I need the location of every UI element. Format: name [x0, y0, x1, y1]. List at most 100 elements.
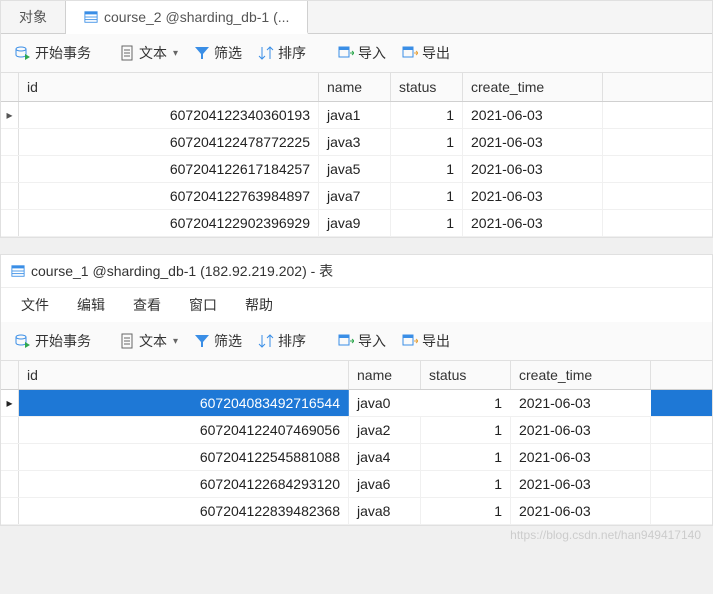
button-label: 开始事务: [35, 43, 91, 63]
table-row[interactable]: 607204122617184257 java5 1 2021-06-03: [1, 156, 712, 183]
cell-createtime[interactable]: 2021-06-03: [511, 390, 651, 416]
table-row[interactable]: 607204122839482368 java8 1 2021-06-03: [1, 498, 712, 525]
table-row[interactable]: 607204122478772225 java3 1 2021-06-03: [1, 129, 712, 156]
cell-name[interactable]: java2: [349, 417, 421, 443]
button-label: 文本: [139, 331, 167, 351]
begin-transaction-button[interactable]: 开始事务: [9, 328, 97, 354]
cell-name[interactable]: java3: [319, 129, 391, 155]
cell-id[interactable]: 607204122684293120: [19, 471, 349, 497]
bottom-window: course_1 @sharding_db-1 (182.92.219.202)…: [0, 254, 713, 526]
cell-createtime[interactable]: 2021-06-03: [463, 102, 603, 128]
col-header-createtime[interactable]: create_time: [463, 73, 603, 101]
cell-name[interactable]: java1: [319, 102, 391, 128]
button-label: 导出: [422, 43, 450, 63]
cell-createtime[interactable]: 2021-06-03: [463, 129, 603, 155]
cell-id[interactable]: 607204083492716544: [19, 390, 349, 416]
sort-button[interactable]: 排序: [252, 328, 312, 354]
filter-button[interactable]: 筛选: [188, 328, 248, 354]
cell-name[interactable]: java8: [349, 498, 421, 524]
export-button[interactable]: 导出: [396, 328, 456, 354]
table-row[interactable]: 607204122763984897 java7 1 2021-06-03: [1, 183, 712, 210]
import-button[interactable]: 导入: [332, 40, 392, 66]
col-header-id[interactable]: id: [19, 361, 349, 389]
row-header-corner: [1, 361, 19, 389]
export-button[interactable]: 导出: [396, 40, 456, 66]
menu-window[interactable]: 窗口: [177, 292, 229, 318]
cell-createtime[interactable]: 2021-06-03: [511, 417, 651, 443]
cell-status[interactable]: 1: [391, 102, 463, 128]
col-header-createtime[interactable]: create_time: [511, 361, 651, 389]
funnel-icon: [194, 45, 210, 61]
cell-status[interactable]: 1: [421, 498, 511, 524]
table-row[interactable]: ▸ 607204122340360193 java1 1 2021-06-03: [1, 102, 712, 129]
cell-status[interactable]: 1: [421, 444, 511, 470]
cell-id[interactable]: 607204122617184257: [19, 156, 319, 182]
sort-icon: [258, 45, 274, 61]
import-button[interactable]: 导入: [332, 328, 392, 354]
cell-status[interactable]: 1: [391, 156, 463, 182]
cell-id[interactable]: 607204122407469056: [19, 417, 349, 443]
row-indicator: [1, 498, 19, 524]
col-header-status[interactable]: status: [391, 73, 463, 101]
cell-createtime[interactable]: 2021-06-03: [463, 183, 603, 209]
top-window: 对象 course_2 @sharding_db-1 (... 开始事务 文本 …: [0, 0, 713, 238]
col-header-name[interactable]: name: [319, 73, 391, 101]
row-indicator: [1, 417, 19, 443]
table-row[interactable]: 607204122407469056 java2 1 2021-06-03: [1, 417, 712, 444]
cell-name[interactable]: java4: [349, 444, 421, 470]
cell-id[interactable]: 607204122763984897: [19, 183, 319, 209]
document-icon: [119, 45, 135, 61]
menu-file[interactable]: 文件: [9, 292, 61, 318]
cell-createtime[interactable]: 2021-06-03: [511, 444, 651, 470]
table-row[interactable]: ▸ 607204083492716544 java0 1 2021-06-03: [1, 390, 712, 417]
cell-id[interactable]: 607204122340360193: [19, 102, 319, 128]
watermark: https://blog.csdn.net/han949417140: [0, 526, 713, 542]
data-grid-top: id name status create_time ▸ 60720412234…: [1, 73, 712, 237]
cell-status[interactable]: 1: [391, 210, 463, 236]
cell-status[interactable]: 1: [421, 390, 511, 416]
menu-help[interactable]: 帮助: [233, 292, 285, 318]
cell-id[interactable]: 607204122478772225: [19, 129, 319, 155]
text-button[interactable]: 文本: [113, 40, 184, 66]
row-indicator: ▸: [1, 390, 19, 416]
filter-button[interactable]: 筛选: [188, 40, 248, 66]
cell-name[interactable]: java0: [349, 390, 421, 416]
cell-status[interactable]: 1: [391, 183, 463, 209]
tab-bar: 对象 course_2 @sharding_db-1 (...: [1, 1, 712, 34]
tab-objects[interactable]: 对象: [1, 1, 66, 33]
col-header-id[interactable]: id: [19, 73, 319, 101]
row-indicator: [1, 156, 19, 182]
export-icon: [402, 45, 418, 61]
table-row[interactable]: 607204122902396929 java9 1 2021-06-03: [1, 210, 712, 237]
cell-createtime[interactable]: 2021-06-03: [463, 156, 603, 182]
cell-status[interactable]: 1: [421, 471, 511, 497]
table-row[interactable]: 607204122545881088 java4 1 2021-06-03: [1, 444, 712, 471]
menu-edit[interactable]: 编辑: [65, 292, 117, 318]
cell-name[interactable]: java5: [319, 156, 391, 182]
cell-createtime[interactable]: 2021-06-03: [511, 471, 651, 497]
row-indicator: [1, 444, 19, 470]
table-row[interactable]: 607204122684293120 java6 1 2021-06-03: [1, 471, 712, 498]
begin-transaction-button[interactable]: 开始事务: [9, 40, 97, 66]
cell-id[interactable]: 607204122902396929: [19, 210, 319, 236]
cell-id[interactable]: 607204122839482368: [19, 498, 349, 524]
db-play-icon: [15, 45, 31, 61]
cell-createtime[interactable]: 2021-06-03: [511, 498, 651, 524]
cell-status[interactable]: 1: [391, 129, 463, 155]
col-header-status[interactable]: status: [421, 361, 511, 389]
sort-button[interactable]: 排序: [252, 40, 312, 66]
import-icon: [338, 45, 354, 61]
text-button[interactable]: 文本: [113, 328, 184, 354]
col-header-name[interactable]: name: [349, 361, 421, 389]
menu-view[interactable]: 查看: [121, 292, 173, 318]
cell-createtime[interactable]: 2021-06-03: [463, 210, 603, 236]
data-grid-bottom: id name status create_time ▸ 60720408349…: [1, 361, 712, 525]
cell-name[interactable]: java7: [319, 183, 391, 209]
cell-status[interactable]: 1: [421, 417, 511, 443]
tab-course2[interactable]: course_2 @sharding_db-1 (...: [66, 1, 308, 34]
cell-id[interactable]: 607204122545881088: [19, 444, 349, 470]
cell-name[interactable]: java9: [319, 210, 391, 236]
menu-bar: 文件 编辑 查看 窗口 帮助: [1, 288, 712, 322]
cell-name[interactable]: java6: [349, 471, 421, 497]
db-play-icon: [15, 333, 31, 349]
